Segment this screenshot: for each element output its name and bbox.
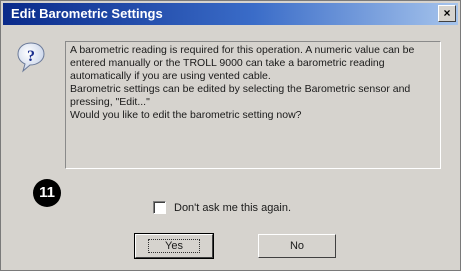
dont-ask-again-option[interactable]: Don't ask me this again. (153, 201, 291, 214)
dont-ask-again-checkbox[interactable] (153, 201, 166, 214)
yes-button[interactable]: Yes (134, 233, 214, 259)
svg-text:?: ? (27, 48, 35, 65)
dialog-title: Edit Barometric Settings (11, 6, 163, 21)
step-number-badge: 11 (33, 179, 61, 207)
message-paragraph-3: Would you like to edit the barometric se… (70, 109, 302, 121)
title-bar[interactable]: Edit Barometric Settings × (3, 3, 458, 25)
edit-barometric-settings-dialog: Edit Barometric Settings × ? A barometri… (0, 0, 461, 271)
yes-button-label: Yes (148, 239, 200, 253)
question-icon: ? (17, 42, 45, 73)
close-button[interactable]: × (438, 5, 456, 22)
close-icon: × (443, 6, 451, 20)
message-paragraph-2: Barometric settings can be edited by sel… (70, 83, 414, 108)
no-button[interactable]: No (258, 234, 336, 258)
no-button-label: No (289, 240, 305, 252)
message-text: A barometric reading is required for thi… (65, 41, 441, 169)
message-paragraph-1: A barometric reading is required for thi… (70, 44, 418, 82)
dont-ask-again-label: Don't ask me this again. (174, 201, 292, 214)
